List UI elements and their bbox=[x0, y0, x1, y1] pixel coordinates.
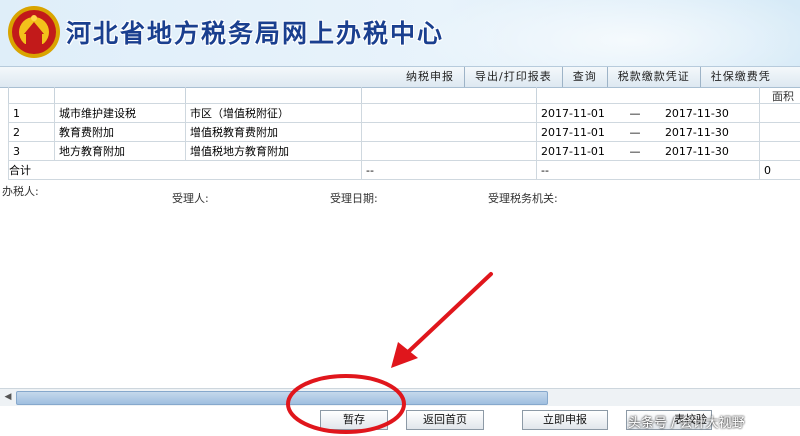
row-index: 2 bbox=[8, 122, 55, 142]
nav-tax-payment-voucher[interactable]: 税款缴款凭证 bbox=[606, 67, 700, 87]
table-row: 3 地方教育附加 增值税地方教育附加 2017-11-01 — 2017-11-30 bbox=[8, 141, 800, 161]
tax-item: 市区（增值税附征） bbox=[185, 103, 362, 123]
period-end: 2017-11-30 bbox=[664, 144, 729, 158]
watermark-text: 头条号 / 会计大视野 bbox=[628, 416, 745, 431]
total-row: 合计 -- -- 0 bbox=[8, 160, 800, 180]
column-divider bbox=[185, 87, 186, 103]
tax-period: 2017-11-01 — 2017-11-30 bbox=[536, 103, 760, 123]
nav-export-print[interactable]: 导出/打印报表 bbox=[464, 67, 562, 87]
nav-social-security-voucher[interactable]: 社保缴费凭 bbox=[699, 67, 781, 87]
column-divider bbox=[536, 87, 537, 103]
empty-cell bbox=[361, 122, 537, 142]
period-end: 2017-11-30 bbox=[664, 106, 729, 120]
annotation-arrow-head bbox=[391, 342, 418, 368]
column-divider bbox=[8, 87, 9, 103]
tax-item: 增值税地方教育附加 bbox=[185, 141, 362, 161]
tax-item: 增值税教育费附加 bbox=[185, 122, 362, 142]
empty-cell bbox=[759, 103, 800, 123]
table-subheader: 面积 bbox=[0, 87, 800, 103]
period-start: 2017-11-01 bbox=[541, 106, 605, 120]
total-value: -- bbox=[536, 160, 760, 180]
scrollbar-thumb[interactable] bbox=[16, 391, 548, 405]
header-decoration bbox=[420, 0, 800, 66]
top-nav-bar: 纳税申报 导出/打印报表 查询 税款缴款凭证 社保缴费凭 bbox=[0, 66, 800, 88]
row-index: 3 bbox=[8, 141, 55, 161]
submit-declaration-button[interactable]: 立即申报 bbox=[522, 410, 608, 430]
tax-period: 2017-11-01 — 2017-11-30 bbox=[536, 122, 760, 142]
column-divider bbox=[361, 87, 362, 103]
area-column-header: 面积 bbox=[772, 90, 794, 103]
tax-type: 地方教育附加 bbox=[54, 141, 186, 161]
nav-query[interactable]: 查询 bbox=[561, 67, 607, 87]
header-banner: 河北省地方税务局网上办税中心 bbox=[0, 0, 800, 66]
tax-office-label: 受理税务机关: bbox=[488, 192, 558, 205]
row-index: 1 bbox=[8, 103, 55, 123]
period-dash: — bbox=[629, 125, 641, 139]
total-value: -- bbox=[361, 160, 537, 180]
nav-tax-declaration[interactable]: 纳税申报 bbox=[396, 67, 464, 87]
back-home-button[interactable]: 返回首页 bbox=[406, 410, 484, 430]
tax-period: 2017-11-01 — 2017-11-30 bbox=[536, 141, 760, 161]
receiver-label: 受理人: bbox=[172, 192, 209, 205]
site-title: 河北省地方税务局网上办税中心 bbox=[66, 19, 445, 48]
empty-cell bbox=[759, 141, 800, 161]
period-start: 2017-11-01 bbox=[541, 125, 605, 139]
accept-date-label: 受理日期: bbox=[330, 192, 378, 205]
empty-cell bbox=[361, 141, 537, 161]
period-start: 2017-11-01 bbox=[541, 144, 605, 158]
scroll-left-arrow-icon[interactable]: ◀ bbox=[2, 391, 14, 403]
empty-cell bbox=[361, 103, 537, 123]
column-divider bbox=[54, 87, 55, 103]
save-draft-button[interactable]: 暂存 bbox=[320, 410, 388, 430]
column-divider bbox=[759, 87, 760, 103]
total-label: 合计 bbox=[8, 160, 362, 180]
period-dash: — bbox=[629, 144, 641, 158]
table-row: 2 教育费附加 增值税教育费附加 2017-11-01 — 2017-11-30 bbox=[8, 122, 800, 142]
tax-type: 城市维护建设税 bbox=[54, 103, 186, 123]
period-dash: — bbox=[629, 106, 641, 120]
period-end: 2017-11-30 bbox=[664, 125, 729, 139]
tax-emblem-icon bbox=[8, 6, 60, 58]
taxpayer-label: 办税人: bbox=[2, 185, 39, 198]
total-amount: 0 bbox=[759, 160, 800, 180]
horizontal-scrollbar[interactable]: ◀ bbox=[0, 388, 800, 406]
tax-type: 教育费附加 bbox=[54, 122, 186, 142]
tax-items-table: 1 城市维护建设税 市区（增值税附征） 2017-11-01 — 2017-11-3… bbox=[8, 103, 800, 180]
annotation-arrow-shaft bbox=[404, 272, 493, 356]
empty-cell bbox=[759, 122, 800, 142]
table-row: 1 城市维护建设税 市区（增值税附征） 2017-11-01 — 2017-11-3… bbox=[8, 103, 800, 123]
